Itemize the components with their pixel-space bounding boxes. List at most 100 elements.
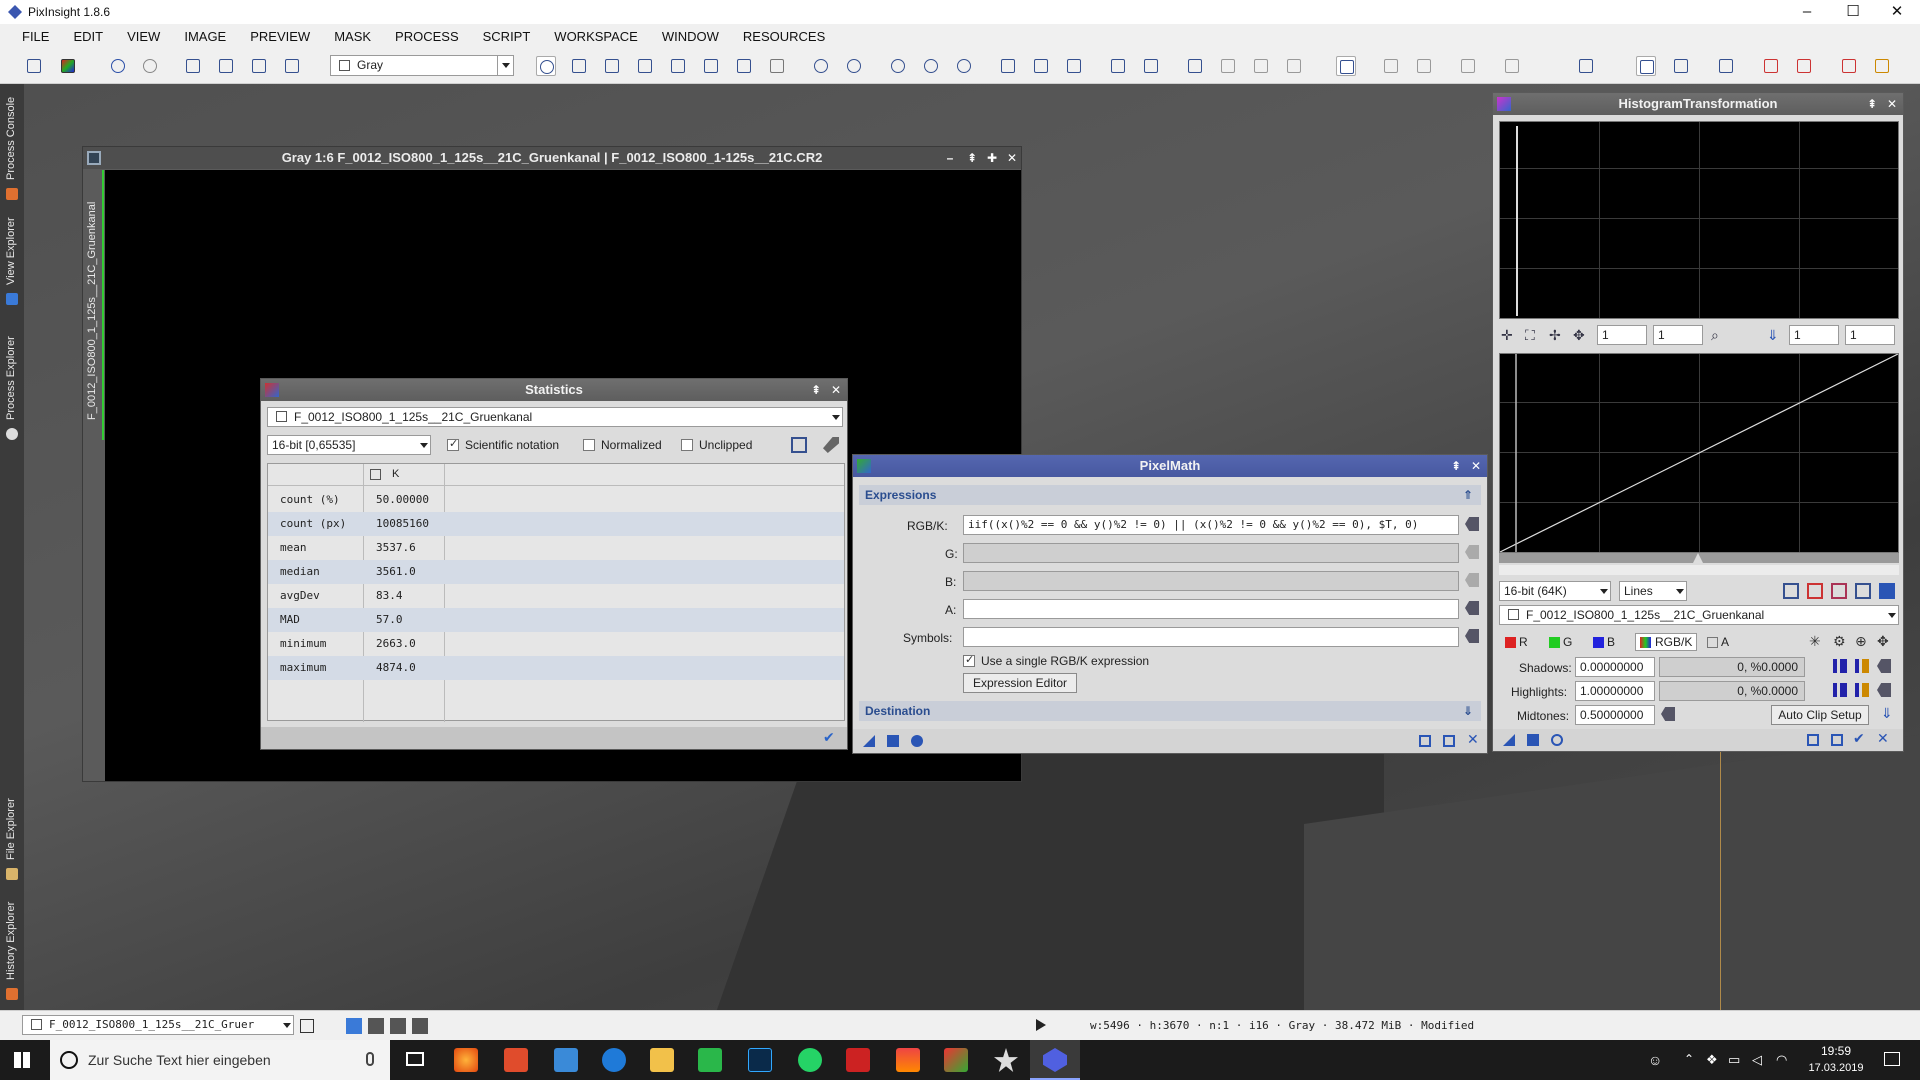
status-mode-4-icon[interactable]	[412, 1018, 428, 1034]
microphone-icon[interactable]	[366, 1052, 374, 1066]
apply-icon[interactable]	[887, 735, 899, 747]
clear-a-icon[interactable]	[1465, 601, 1479, 615]
color-image-icon[interactable]	[58, 56, 78, 76]
preview-new-icon[interactable]	[998, 56, 1018, 76]
minimize-button[interactable]: –	[1784, 0, 1830, 24]
readout-icon[interactable]	[734, 56, 754, 76]
monitor-icon[interactable]	[1636, 56, 1656, 76]
histogram-doc-icon[interactable]	[1807, 734, 1819, 746]
pixelmath-titlebar[interactable]: PixelMath ⇞ ✕	[853, 455, 1487, 477]
duplicate-icon[interactable]	[249, 56, 269, 76]
menu-window[interactable]: WINDOW	[650, 29, 731, 44]
statistics-close-icon[interactable]: ✕	[829, 383, 843, 397]
output-histogram[interactable]	[1499, 353, 1899, 553]
statistics-titlebar[interactable]: Statistics ⇞ ✕	[261, 379, 847, 401]
status-mode-1-icon[interactable]	[346, 1018, 362, 1034]
histogram-curve-icon[interactable]	[1831, 583, 1847, 599]
histogram-preview-icon[interactable]	[1551, 734, 1563, 746]
app-red-icon[interactable]	[504, 1048, 528, 1072]
people-icon[interactable]: ☺	[1648, 1052, 1662, 1068]
track-view-icon[interactable]	[1443, 735, 1455, 747]
photoshop-icon[interactable]	[748, 1048, 772, 1072]
zoom-fit-icon[interactable]	[602, 56, 622, 76]
menu-workspace[interactable]: WORKSPACE	[542, 29, 650, 44]
clock-date[interactable]: 17.03.2019	[1806, 1062, 1866, 1074]
window-close-all-icon[interactable]	[1794, 56, 1814, 76]
a-expression-input[interactable]	[963, 599, 1459, 619]
histogram-reset-icon[interactable]: ✕	[1877, 730, 1889, 747]
highlights-auto-icon[interactable]	[1833, 683, 1847, 697]
pixelmath-shade-icon[interactable]: ⇞	[1449, 459, 1463, 473]
statistics-range-select[interactable]: 16-bit [0,65535]	[267, 435, 431, 455]
auto-clip-expand-icon[interactable]: ⇓	[1881, 705, 1893, 722]
statistics-done-icon[interactable]: ✔	[823, 729, 835, 746]
notifications-icon[interactable]	[1884, 1052, 1900, 1066]
help-icon[interactable]	[1839, 56, 1859, 76]
pan-tool-icon[interactable]: ✥	[1573, 327, 1585, 344]
histogram-new-instance-icon[interactable]	[1503, 734, 1515, 746]
save-icon[interactable]	[216, 56, 236, 76]
rgbk-expression-input[interactable]: iif((x()%2 == 0 && y()%2 != 0) || (x()%2…	[963, 515, 1459, 535]
shadows-reset-icon[interactable]	[1877, 659, 1891, 673]
channel-g-icon[interactable]	[1549, 637, 1560, 648]
wifi-icon[interactable]: ◠	[1776, 1052, 1787, 1068]
firefox-icon[interactable]	[454, 1048, 478, 1072]
menu-process[interactable]: PROCESS	[383, 29, 471, 44]
rect-select-icon[interactable]	[701, 56, 721, 76]
status-mode-2-icon[interactable]	[368, 1018, 384, 1034]
browse-doc-icon[interactable]	[1419, 735, 1431, 747]
redo-icon[interactable]	[140, 56, 160, 76]
fit-tool-icon[interactable]: ⛶	[1525, 327, 1535, 344]
scientific-notation-checkbox[interactable]	[447, 437, 459, 451]
image-close-icon[interactable]: ✕	[1005, 151, 1019, 165]
highlights-clip-icon[interactable]	[1855, 683, 1869, 697]
highlights-input[interactable]: 1.00000000	[1575, 681, 1655, 701]
zoom-v2-input[interactable]: 1	[1845, 325, 1895, 345]
script-icon[interactable]	[1336, 56, 1356, 76]
preview-all-icon[interactable]	[1031, 56, 1051, 76]
clear-b-icon[interactable]	[1465, 573, 1479, 587]
new-image-icon[interactable]	[24, 56, 44, 76]
new-instance-icon[interactable]	[863, 735, 875, 747]
pixinsight-task[interactable]	[1030, 1040, 1080, 1080]
crosshair-tool-icon[interactable]: ✛	[1501, 327, 1513, 344]
unclipped-checkbox[interactable]	[681, 439, 693, 451]
open-icon[interactable]	[183, 56, 203, 76]
statistics-window[interactable]: Statistics ⇞ ✕ F_0012_ISO800_1_125s__21C…	[260, 378, 848, 750]
clear-rgbk-icon[interactable]	[1465, 517, 1479, 531]
clear-g-icon[interactable]	[1465, 545, 1479, 559]
zoom-tool-icon[interactable]: ✢	[1549, 327, 1561, 344]
statistics-shade-icon[interactable]: ⇞	[809, 383, 823, 397]
tab-file-explorer[interactable]: File Explorer	[0, 774, 24, 884]
copy-table-icon[interactable]	[791, 437, 807, 453]
pixelmath-close-icon[interactable]: ✕	[1469, 459, 1483, 473]
move-icon[interactable]	[668, 56, 688, 76]
histogram-titlebar[interactable]: HistogramTransformation ⇞ ✕	[1493, 93, 1903, 115]
histogram-depth-select[interactable]: 16-bit (64K)	[1499, 581, 1611, 601]
clear-symbols-icon[interactable]	[1465, 629, 1479, 643]
status-view-select[interactable]: F_0012_ISO800_1_125s__21C_Gruer	[22, 1015, 294, 1035]
preview-edit-icon[interactable]	[1064, 56, 1084, 76]
normalized-checkbox[interactable]	[583, 439, 595, 451]
image-maximize-icon[interactable]: ✚	[985, 151, 999, 165]
file-explorer-icon[interactable]	[650, 1048, 674, 1072]
histogram-grid-icon[interactable]	[1879, 583, 1895, 599]
battery-icon[interactable]: ▭	[1728, 1052, 1740, 1068]
menu-preview[interactable]: PREVIEW	[238, 29, 322, 44]
shadows-input[interactable]: 0.00000000	[1575, 657, 1655, 677]
magnifier-icon[interactable]: ⌕	[1711, 327, 1719, 344]
histogram-close-icon[interactable]: ✕	[1885, 97, 1899, 111]
task-view-icon[interactable]	[406, 1052, 424, 1066]
histogram-bars-icon[interactable]	[1807, 583, 1823, 599]
close-image-icon[interactable]	[282, 56, 302, 76]
tray-chevron-icon[interactable]: ⌃	[1684, 1052, 1694, 1066]
app-orange-icon[interactable]	[896, 1048, 920, 1072]
expression-editor-button[interactable]: Expression Editor	[963, 673, 1077, 693]
expressions-section[interactable]: Expressions ⇑	[859, 485, 1481, 505]
channel-b-icon[interactable]	[1593, 637, 1604, 648]
histogram-view-select[interactable]: F_0012_ISO800_1_125s__21C_Gruenkanal	[1499, 605, 1899, 625]
view-mode-select[interactable]: Gray	[330, 55, 514, 76]
tab-process-explorer[interactable]: Process Explorer	[0, 314, 24, 444]
output-slider[interactable]	[1499, 565, 1899, 575]
b-expression-input[interactable]	[963, 571, 1459, 591]
